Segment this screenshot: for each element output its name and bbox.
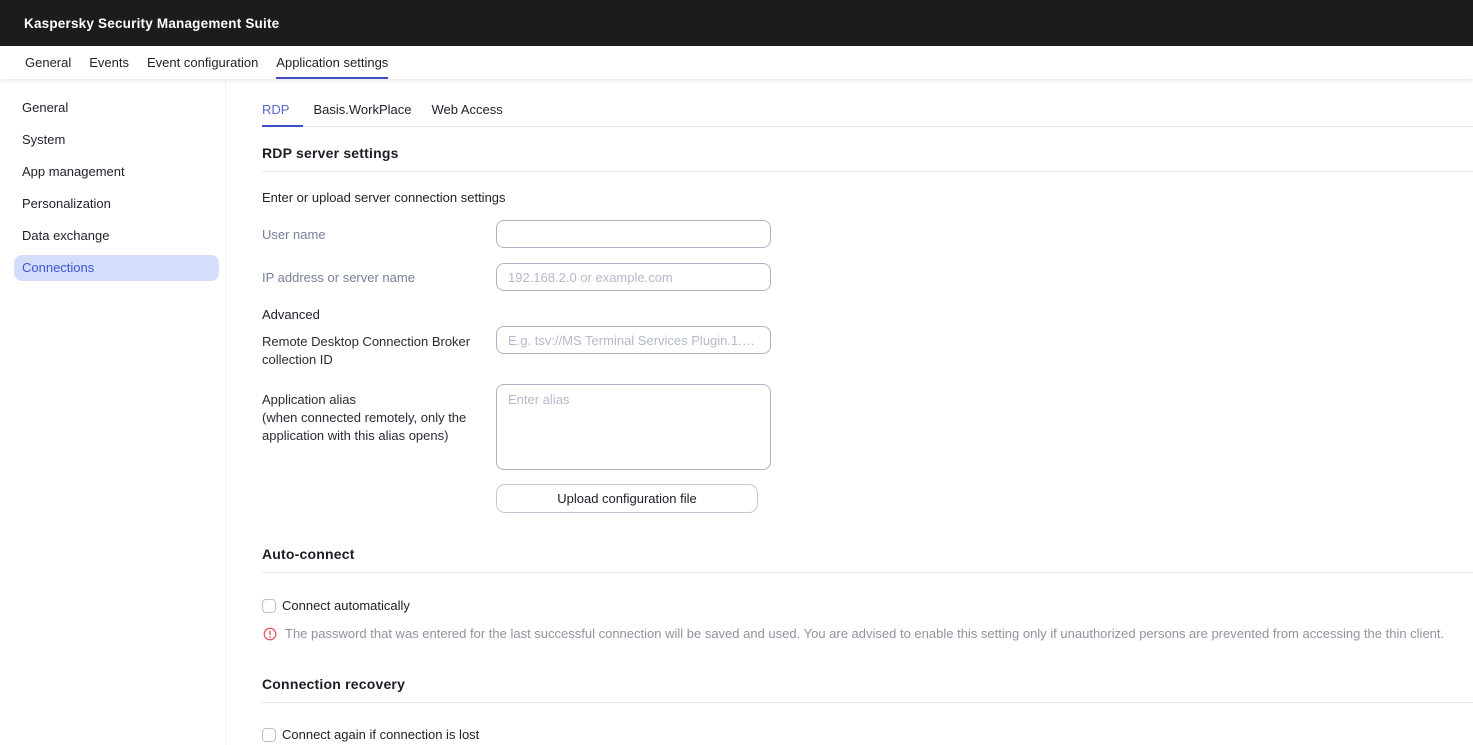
broker-collection-input[interactable] <box>496 326 771 354</box>
connection-recovery-title: Connection recovery <box>262 676 1473 703</box>
subtab-rdp[interactable]: RDP <box>262 95 303 126</box>
broker-collection-label: Remote Desktop Connection Broker collect… <box>262 326 496 369</box>
upload-row: Upload configuration file <box>262 484 1473 513</box>
sidebar-item-general[interactable]: General <box>14 95 219 121</box>
broker-row: Remote Desktop Connection Broker collect… <box>262 326 1473 369</box>
page-body: General System App management Personaliz… <box>0 79 1473 745</box>
connection-subtabs: RDP Basis.WorkPlace Web Access <box>262 95 1473 127</box>
connect-automatically-row: Connect automatically <box>262 598 1473 613</box>
app-title: Kaspersky Security Management Suite <box>24 16 279 31</box>
reconnect-label: Connect again if connection is lost <box>282 727 479 742</box>
reconnect-checkbox[interactable] <box>262 728 276 742</box>
sidebar-item-connections[interactable]: Connections <box>14 255 219 281</box>
upload-spacer <box>262 484 496 513</box>
password-warning-text: The password that was entered for the la… <box>285 626 1444 642</box>
subtab-basis-workplace[interactable]: Basis.WorkPlace <box>303 95 421 126</box>
sidebar-item-data-exchange[interactable]: Data exchange <box>14 223 219 249</box>
password-warning: The password that was entered for the la… <box>262 626 1473 642</box>
warning-icon <box>263 627 277 641</box>
advanced-label: Advanced <box>262 307 1473 322</box>
username-label: User name <box>262 220 496 248</box>
reconnect-row: Connect again if connection is lost <box>262 727 1473 742</box>
subtab-web-access[interactable]: Web Access <box>421 95 512 126</box>
tab-application-settings[interactable]: Application settings <box>267 46 397 79</box>
upload-configuration-button[interactable]: Upload configuration file <box>496 484 758 513</box>
tab-event-configuration[interactable]: Event configuration <box>138 46 267 79</box>
connections-content: RDP Basis.WorkPlace Web Access RDP serve… <box>226 79 1473 745</box>
tab-general[interactable]: General <box>16 46 80 79</box>
sidebar-item-app-management[interactable]: App management <box>14 159 219 185</box>
sidebar-item-system[interactable]: System <box>14 127 219 153</box>
username-row: User name <box>262 220 1473 248</box>
server-address-input[interactable] <box>496 263 771 291</box>
application-alias-textarea[interactable] <box>496 384 771 470</box>
alias-label-text: Application alias <box>262 392 356 407</box>
settings-sidebar: General System App management Personaliz… <box>0 79 226 745</box>
alias-label-note: (when connected remotely, only the appli… <box>262 409 472 445</box>
alias-row: Application alias (when connected remote… <box>262 384 1473 470</box>
server-label: IP address or server name <box>262 263 496 291</box>
server-row: IP address or server name <box>262 263 1473 291</box>
rdp-server-settings-title: RDP server settings <box>262 145 1473 172</box>
sidebar-item-personalization[interactable]: Personalization <box>14 191 219 217</box>
connect-automatically-checkbox[interactable] <box>262 599 276 613</box>
rdp-intro-text: Enter or upload server connection settin… <box>262 190 1473 205</box>
main-nav: General Events Event configuration Appli… <box>0 46 1473 79</box>
connect-automatically-label: Connect automatically <box>282 598 410 613</box>
tab-events[interactable]: Events <box>80 46 138 79</box>
application-alias-label: Application alias (when connected remote… <box>262 384 496 470</box>
app-header: Kaspersky Security Management Suite <box>0 0 1473 46</box>
auto-connect-title: Auto-connect <box>262 546 1473 573</box>
username-input[interactable] <box>496 220 771 248</box>
